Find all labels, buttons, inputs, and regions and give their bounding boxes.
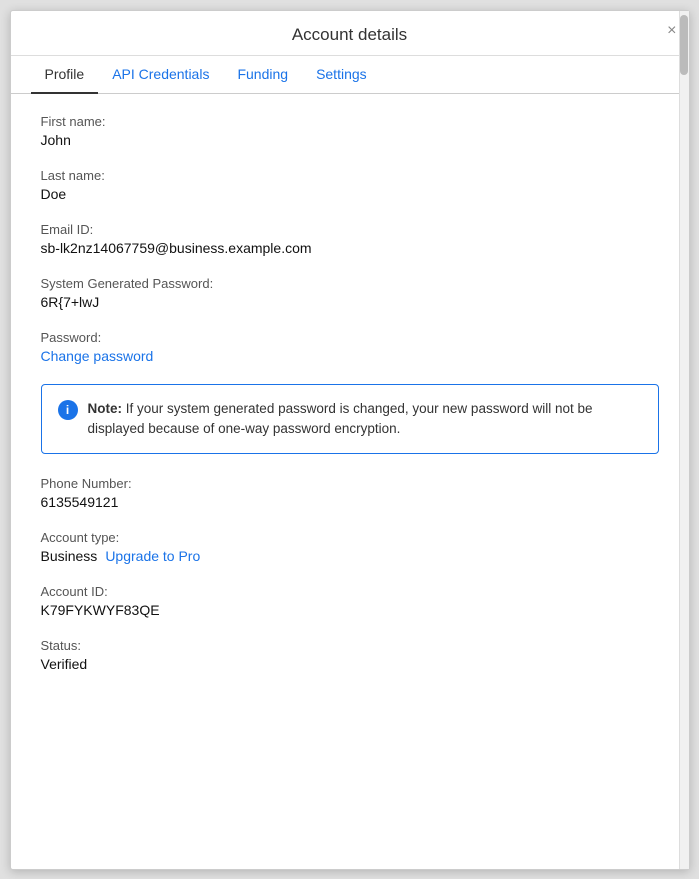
scrollbar[interactable] (679, 11, 689, 869)
close-button[interactable]: × (667, 23, 676, 39)
account-type-row: Business Upgrade to Pro (41, 548, 659, 564)
first-name-value: John (41, 132, 659, 148)
tab-funding[interactable]: Funding (223, 56, 302, 94)
last-name-group: Last name: Doe (41, 168, 659, 202)
email-id-group: Email ID: sb-lk2nz14067759@business.exam… (41, 222, 659, 256)
info-icon: i (58, 400, 78, 420)
dialog-header: Account details × (11, 11, 689, 56)
upgrade-to-pro-link[interactable]: Upgrade to Pro (105, 548, 200, 564)
account-id-value: K79FYKWYF83QE (41, 602, 659, 618)
account-type-value: Business (41, 548, 98, 564)
tab-settings[interactable]: Settings (302, 56, 381, 94)
info-text: Note: If your system generated password … (88, 399, 642, 440)
phone-label: Phone Number: (41, 476, 659, 491)
profile-content: First name: John Last name: Doe Email ID… (11, 94, 689, 723)
dialog-title: Account details (292, 25, 407, 44)
system-password-label: System Generated Password: (41, 276, 659, 291)
system-password-group: System Generated Password: 6R{7+lwJ (41, 276, 659, 310)
phone-value: 6135549121 (41, 494, 659, 510)
status-label: Status: (41, 638, 659, 653)
tab-bar: Profile API Credentials Funding Settings (11, 56, 689, 94)
status-group: Status: Verified (41, 638, 659, 672)
email-id-label: Email ID: (41, 222, 659, 237)
tab-profile[interactable]: Profile (31, 56, 99, 94)
system-password-value: 6R{7+lwJ (41, 294, 659, 310)
first-name-group: First name: John (41, 114, 659, 148)
last-name-value: Doe (41, 186, 659, 202)
password-label: Password: (41, 330, 659, 345)
account-details-dialog: Account details × Profile API Credential… (10, 10, 690, 870)
account-type-label: Account type: (41, 530, 659, 545)
scrollbar-thumb (680, 15, 688, 75)
password-group: Password: Change password (41, 330, 659, 364)
phone-group: Phone Number: 6135549121 (41, 476, 659, 510)
tab-api-credentials[interactable]: API Credentials (98, 56, 223, 94)
email-id-value: sb-lk2nz14067759@business.example.com (41, 240, 659, 256)
account-id-group: Account ID: K79FYKWYF83QE (41, 584, 659, 618)
account-type-group: Account type: Business Upgrade to Pro (41, 530, 659, 564)
info-box: i Note: If your system generated passwor… (41, 384, 659, 455)
status-value: Verified (41, 656, 659, 672)
change-password-link[interactable]: Change password (41, 348, 154, 364)
note-body: If your system generated password is cha… (88, 401, 593, 436)
account-id-label: Account ID: (41, 584, 659, 599)
last-name-label: Last name: (41, 168, 659, 183)
note-bold: Note: (88, 401, 123, 416)
first-name-label: First name: (41, 114, 659, 129)
